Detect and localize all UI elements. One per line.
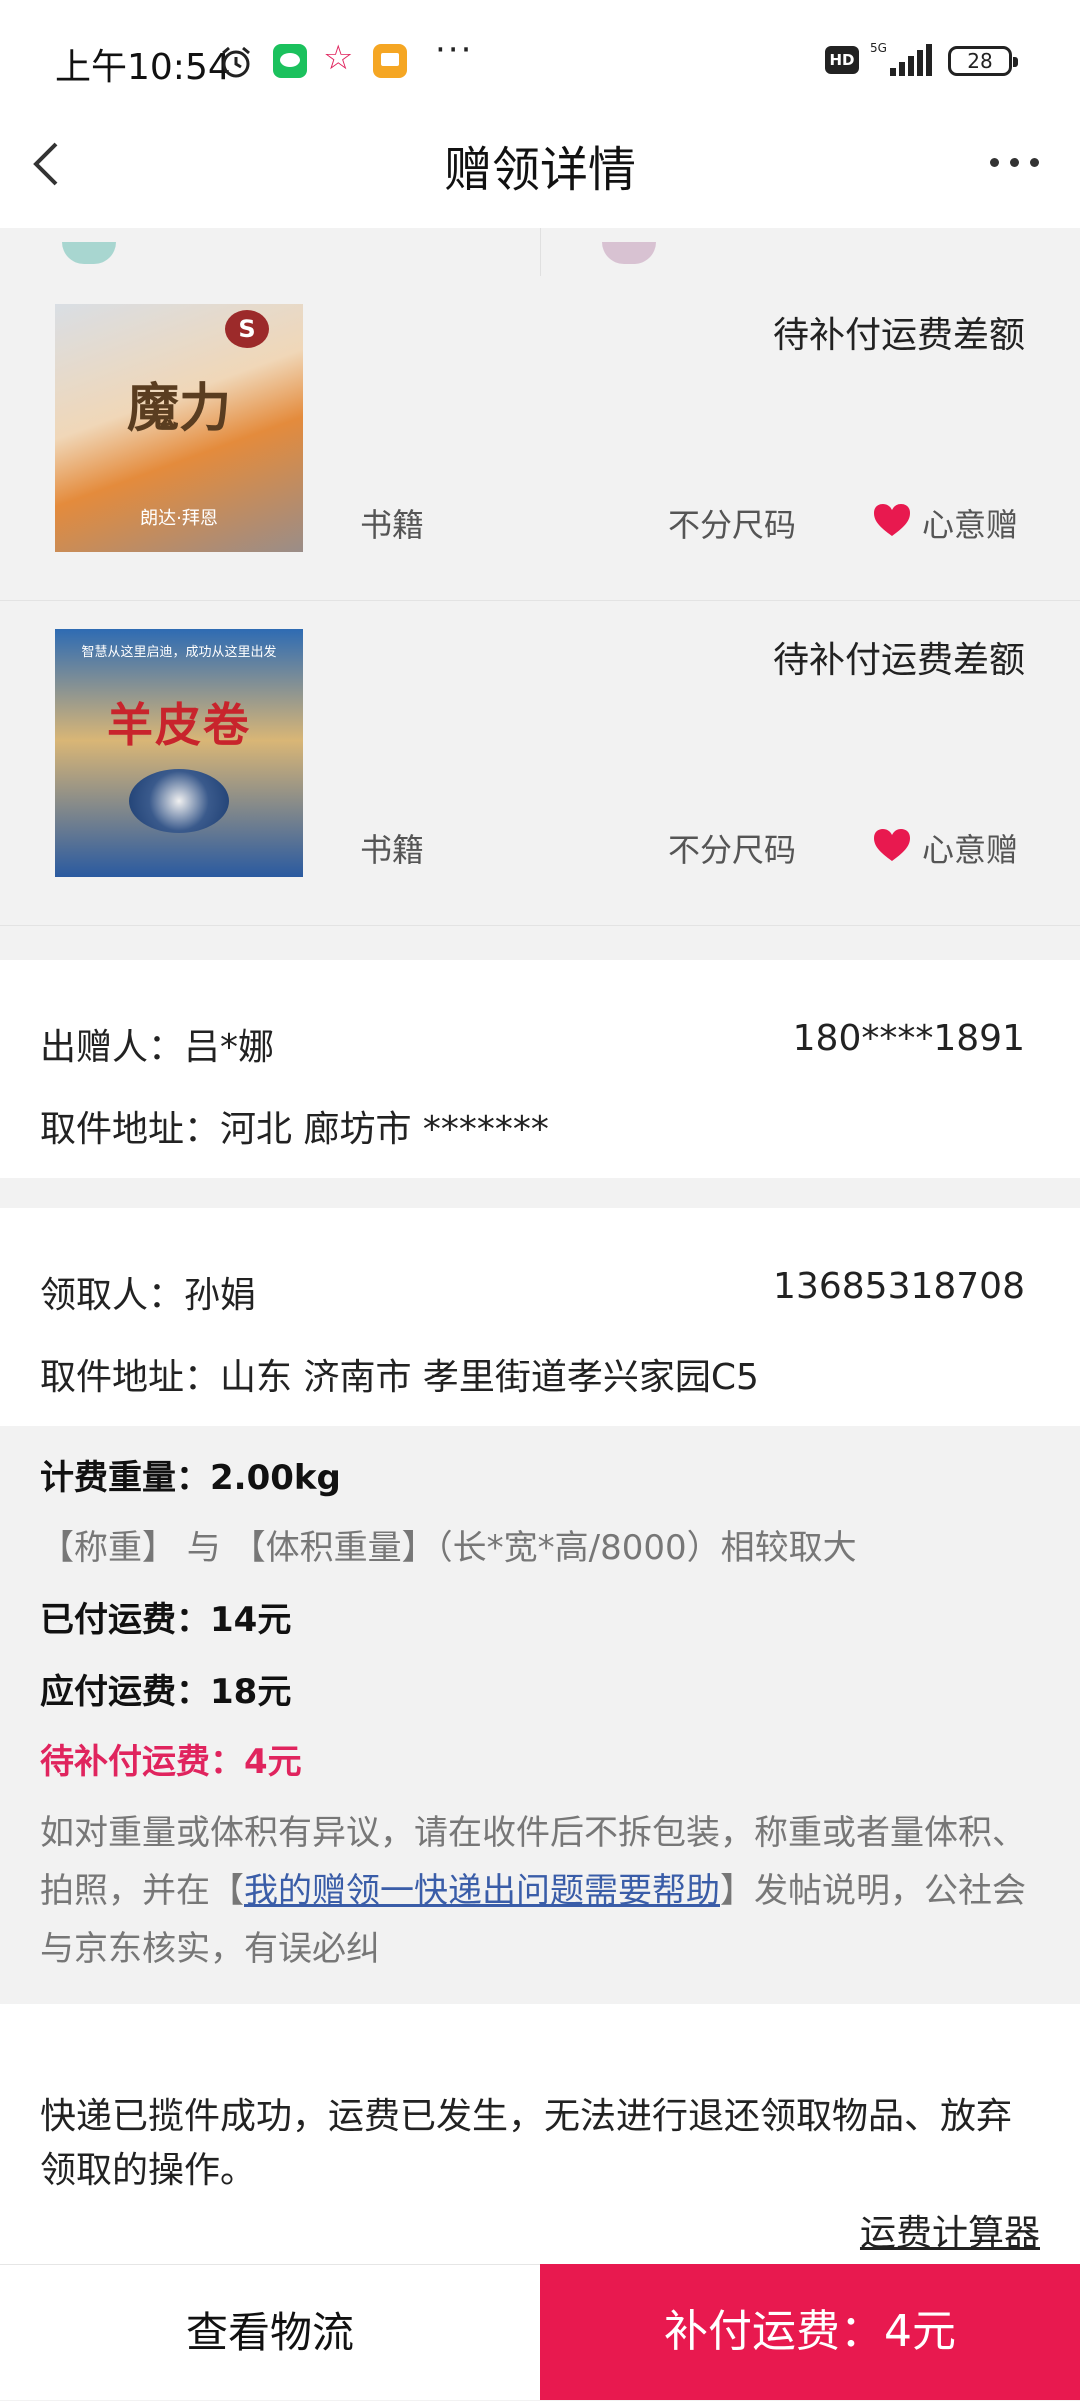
cover-title: 羊皮卷 bbox=[107, 698, 251, 752]
pay-shipping-button[interactable]: 补付运费：4元 bbox=[540, 2264, 1080, 2400]
battery-icon: 28 bbox=[948, 46, 1018, 76]
paid-shipping: 已付运费：14元 bbox=[40, 1600, 292, 1640]
dispute-description: 如对重量或体积有异议，请在收件后不拆包装，称重或者量体积、拍照，并在【我的赠领一… bbox=[40, 1804, 1040, 1978]
giver-name: 出赠人：吕*娜 bbox=[40, 1027, 275, 1068]
giver-address: 取件地址：河北 廊坊市 ******* bbox=[40, 1109, 549, 1150]
star-icon: ☆ bbox=[323, 38, 354, 78]
cover-emblem bbox=[129, 769, 229, 833]
cover-author: 朗达·拜恩 bbox=[140, 508, 218, 529]
page-header: 赠领详情 bbox=[0, 100, 1080, 228]
item-status: 待补付运费差额 bbox=[772, 640, 1025, 681]
help-link[interactable]: 我的赠领一快递出问题需要帮助 bbox=[244, 1871, 720, 1911]
more-dots-icon: ··· bbox=[435, 30, 474, 70]
partial-avatar-strip bbox=[0, 228, 1080, 277]
avatar bbox=[602, 242, 656, 264]
notice-section: 快递已揽件成功，运费已发生，无法进行退还领取物品、放弃领取的操作。 运费计算器 bbox=[0, 2004, 1080, 2264]
list-item[interactable]: 智慧从这里启迪，成功从这里出发 羊皮卷 待补付运费差额 书籍 不分尺码 心意赠 bbox=[0, 601, 1080, 926]
receiver-phone: 13685318708 bbox=[773, 1266, 1025, 1307]
heart-icon bbox=[874, 829, 910, 861]
heart-icon bbox=[874, 504, 910, 536]
cover-seal: S bbox=[225, 310, 269, 348]
view-logistics-button[interactable]: 查看物流 bbox=[0, 2264, 540, 2400]
avatar bbox=[62, 242, 116, 264]
gift-type-label: 心意赠 bbox=[922, 831, 1019, 869]
fee-section: 计费重量：2.00kg 【称重】 与 【体积重量】（长*宽*高/8000）相较取… bbox=[0, 1426, 1080, 2004]
book-cover-image: S 魔力 朗达·拜恩 bbox=[55, 304, 303, 552]
receiver-address: 取件地址：山东 济南市 孝里街道孝兴家园C5 bbox=[40, 1357, 759, 1398]
book-cover-image: 智慧从这里启迪，成功从这里出发 羊皮卷 bbox=[55, 629, 303, 877]
list-item[interactable]: S 魔力 朗达·拜恩 待补付运费差额 书籍 不分尺码 心意赠 bbox=[0, 276, 1080, 601]
divider bbox=[540, 228, 541, 276]
cover-subtitle: 智慧从这里启迪，成功从这里出发 bbox=[81, 645, 277, 660]
message-icon bbox=[373, 44, 407, 78]
receiver-name: 领取人：孙娟 bbox=[40, 1275, 257, 1316]
giver-phone: 180****1891 bbox=[792, 1018, 1025, 1059]
billing-weight: 计费重量：2.00kg bbox=[40, 1458, 341, 1498]
shipping-calculator-link[interactable]: 运费计算器 bbox=[860, 2204, 1040, 2256]
item-size: 不分尺码 bbox=[668, 831, 797, 869]
page-title: 赠领详情 bbox=[443, 142, 636, 198]
cover-title: 魔力 bbox=[126, 379, 231, 439]
item-status: 待补付运费差额 bbox=[772, 315, 1025, 356]
wechat-icon bbox=[273, 44, 307, 78]
gift-type-label: 心意赠 bbox=[922, 506, 1019, 544]
item-size: 不分尺码 bbox=[668, 506, 797, 544]
item-category: 书籍 bbox=[360, 831, 425, 869]
pending-shipping: 待补付运费：4元 bbox=[40, 1742, 302, 1782]
bottom-action-bar: 查看物流 补付运费：4元 bbox=[0, 2264, 1080, 2400]
more-icon[interactable] bbox=[980, 130, 1050, 190]
notice-text: 快递已揽件成功，运费已发生，无法进行退还领取物品、放弃领取的操作。 bbox=[40, 2096, 1013, 2191]
alarm-icon bbox=[222, 46, 250, 78]
due-shipping: 应付运费：18元 bbox=[40, 1672, 292, 1712]
item-category: 书籍 bbox=[360, 506, 425, 544]
signal-icon: 5G bbox=[870, 41, 932, 76]
status-time: 上午10:54 bbox=[55, 47, 231, 88]
network-label: 5G bbox=[870, 41, 887, 55]
hd-badge: HD bbox=[825, 46, 859, 74]
receiver-card: 领取人：孙娟 13685318708 取件地址：山东 济南市 孝里街道孝兴家园C… bbox=[0, 1208, 1080, 1426]
weight-note: 【称重】 与 【体积重量】（长*宽*高/8000）相较取大 bbox=[40, 1528, 857, 1568]
giver-card: 出赠人：吕*娜 180****1891 取件地址：河北 廊坊市 ******* bbox=[0, 960, 1080, 1178]
